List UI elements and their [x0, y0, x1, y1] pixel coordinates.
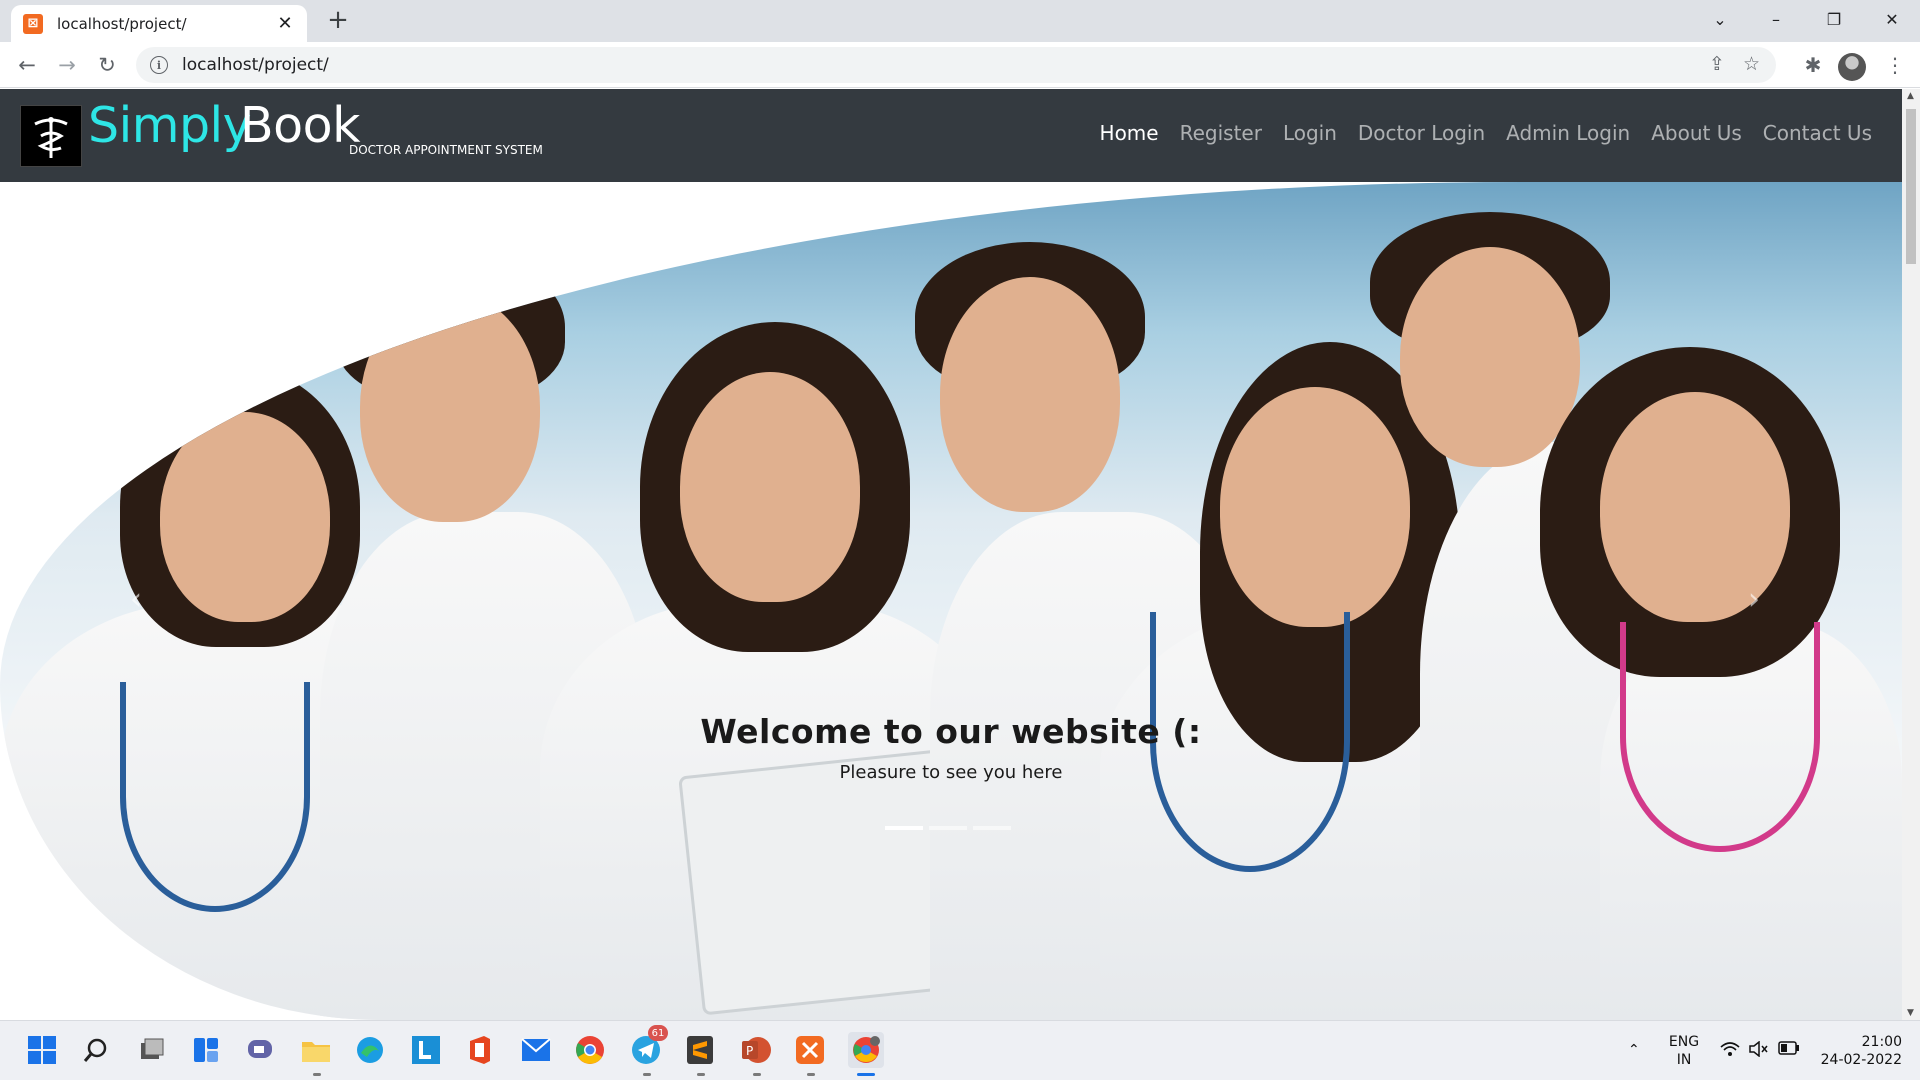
doctor-face	[940, 277, 1120, 512]
tablet-device	[678, 748, 972, 1016]
brand-name-secondary[interactable]: Book	[240, 97, 360, 154]
site-logo[interactable]	[20, 105, 82, 167]
battery-icon[interactable]	[1778, 1041, 1800, 1060]
active-window-indicator	[857, 1073, 875, 1076]
mail-icon[interactable]	[518, 1032, 554, 1068]
caduceus-logo-icon	[34, 117, 68, 158]
file-explorer-icon[interactable]	[298, 1032, 334, 1068]
doctor-face	[680, 372, 860, 602]
running-indicator	[313, 1073, 321, 1076]
telegram-unread-badge: 61	[648, 1025, 668, 1041]
carousel-indicators	[885, 826, 1011, 830]
powerpoint-icon[interactable]: P	[738, 1032, 774, 1068]
carousel-indicator[interactable]	[929, 826, 967, 830]
address-bar[interactable]: i localhost/project/ ⇪ ☆	[136, 47, 1776, 83]
nav-link-admin-login[interactable]: Admin Login	[1506, 121, 1630, 145]
clock[interactable]: 21:00 24-02-2022	[1812, 1033, 1902, 1069]
clock-date: 24-02-2022	[1820, 1052, 1902, 1068]
reload-button[interactable]: ↻	[92, 50, 122, 80]
bookmark-star-icon[interactable]: ☆	[1743, 53, 1760, 75]
new-tab-button[interactable]: +	[324, 5, 352, 35]
doctor-face	[1220, 387, 1410, 627]
carousel-indicator[interactable]	[973, 826, 1011, 830]
office-icon[interactable]	[462, 1032, 498, 1068]
profile-avatar[interactable]	[1838, 53, 1866, 81]
running-indicator	[753, 1073, 761, 1076]
windows-taskbar: 61 P ⌃ ENG IN 21:00 24-02-2022	[0, 1020, 1920, 1080]
site-info-icon[interactable]: i	[150, 56, 168, 74]
nav-link-contact-us[interactable]: Contact Us	[1763, 121, 1872, 145]
nav-links: Home Register Login Doctor Login Admin L…	[1100, 121, 1872, 145]
tab-search-chevron-icon[interactable]: ⌄	[1692, 0, 1748, 38]
tab-title: localhost/project/	[57, 14, 187, 33]
nav-link-register[interactable]: Register	[1180, 121, 1262, 145]
carousel-indicator[interactable]	[885, 826, 923, 830]
input-language[interactable]: ENG IN	[1664, 1033, 1704, 1069]
nav-link-about-us[interactable]: About Us	[1651, 121, 1742, 145]
xampp-favicon-icon: ⊠	[23, 13, 43, 34]
chrome-icon[interactable]	[572, 1032, 608, 1068]
browser-tab-strip: ⊠ localhost/project/ ✕ + ⌄ – ❐ ✕	[0, 0, 1920, 42]
scroll-down-arrow-icon[interactable]: ▼	[1907, 1008, 1914, 1018]
edge-icon[interactable]	[352, 1032, 388, 1068]
svg-text:P: P	[746, 1044, 753, 1058]
minimize-button[interactable]: –	[1748, 0, 1804, 38]
browser-toolbar: ← → ↻ i localhost/project/ ⇪ ☆ ✱ ⋮	[0, 42, 1920, 88]
scroll-up-arrow-icon[interactable]: ▲	[1907, 91, 1914, 101]
sublime-text-icon[interactable]	[682, 1032, 718, 1068]
region-code: IN	[1676, 1052, 1692, 1068]
search-icon[interactable]	[78, 1032, 114, 1068]
page-scrollbar[interactable]: ▲ ▼	[1902, 89, 1920, 1020]
l-app-icon[interactable]	[408, 1032, 444, 1068]
doctor-face	[360, 292, 540, 522]
xampp-icon[interactable]	[792, 1032, 828, 1068]
task-view-icon[interactable]	[134, 1032, 170, 1068]
hero-carousel: ‹ › Welcome to our website (: Pleasure t…	[0, 182, 1902, 1020]
chrome-profile-icon[interactable]	[848, 1032, 884, 1068]
running-indicator	[643, 1073, 651, 1076]
extensions-icon[interactable]: ✱	[1798, 50, 1828, 80]
close-window-button[interactable]: ✕	[1864, 0, 1920, 38]
forward-button[interactable]: →	[52, 50, 82, 80]
nav-link-home[interactable]: Home	[1100, 121, 1159, 145]
nav-link-doctor-login[interactable]: Doctor Login	[1358, 121, 1485, 145]
back-button[interactable]: ←	[12, 50, 42, 80]
doctor-face	[1600, 392, 1790, 622]
address-bar-url[interactable]: localhost/project/	[182, 55, 329, 75]
tray-overflow-chevron-icon[interactable]: ⌃	[1628, 1041, 1640, 1059]
nav-link-login[interactable]: Login	[1283, 121, 1337, 145]
site-navbar: Simply Book DOCTOR APPOINTMENT SYSTEM Ho…	[0, 89, 1902, 182]
hero-title: Welcome to our website (:	[700, 712, 1202, 751]
wifi-icon[interactable]	[1720, 1041, 1740, 1062]
language-code: ENG	[1668, 1034, 1700, 1050]
restore-button[interactable]: ❐	[1806, 0, 1862, 38]
browser-menu-icon[interactable]: ⋮	[1880, 50, 1910, 80]
hero-subtitle: Pleasure to see you here	[839, 762, 1063, 783]
doctors-group-photo	[0, 182, 1902, 1020]
page-viewport: Simply Book DOCTOR APPOINTMENT SYSTEM Ho…	[0, 89, 1902, 1020]
tab-close-icon[interactable]: ✕	[275, 13, 295, 34]
running-indicator	[807, 1073, 815, 1076]
doctor-face	[160, 412, 330, 622]
running-indicator	[697, 1073, 705, 1076]
brand-name-primary[interactable]: Simply	[88, 97, 252, 154]
volume-muted-icon[interactable]	[1748, 1040, 1768, 1062]
carousel-next-icon[interactable]: ›	[1748, 582, 1760, 617]
brand-tagline: DOCTOR APPOINTMENT SYSTEM	[349, 143, 543, 157]
clock-time: 21:00	[1861, 1034, 1902, 1050]
share-icon[interactable]: ⇪	[1709, 53, 1725, 75]
widgets-icon[interactable]	[188, 1032, 224, 1068]
teams-chat-icon[interactable]	[242, 1032, 278, 1068]
doctor-face	[1400, 247, 1580, 467]
carousel-prev-icon[interactable]: ‹	[130, 582, 142, 617]
browser-tab[interactable]: ⊠ localhost/project/ ✕	[11, 5, 307, 42]
scrollbar-thumb[interactable]	[1906, 109, 1916, 264]
windows-start-icon[interactable]	[24, 1032, 60, 1068]
